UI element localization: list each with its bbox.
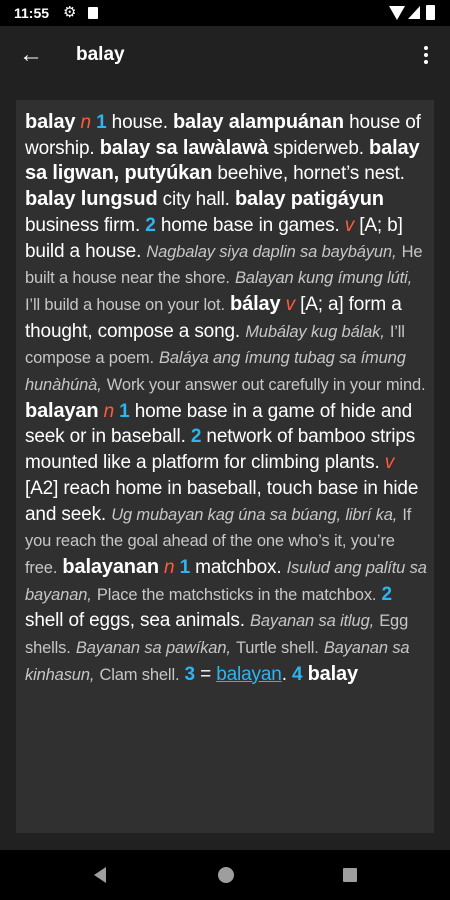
part-of-speech: n [164,556,175,578]
example-text: Bayanan sa itlug, [250,612,375,631]
definition-text: business firm. [25,214,141,236]
cross-reference-link[interactable]: balayan [216,664,282,685]
sense-number: 3 [184,663,196,685]
nav-home-icon[interactable] [218,867,234,883]
example-text: Ug mubayan kag úna sa búang, librí ka, [111,505,398,524]
sense-number: 2 [145,214,156,236]
definition-text: spiderweb. [273,137,365,159]
page-title: balay [76,44,125,65]
example-text: Mubálay kug bálak, [245,322,385,341]
signal-icon [408,6,420,19]
battery-icon [426,5,435,20]
part-of-speech: v [285,293,296,315]
app-bar: ← balay [0,26,450,86]
nav-back-icon[interactable] [94,867,106,883]
translation-text: Clam shell. [99,665,180,684]
wifi-icon [389,6,405,20]
gear-icon: ⚙ [63,4,77,21]
sense-number: 2 [381,583,393,605]
more-vert-icon[interactable] [416,40,436,70]
headword: balayanan [62,555,159,578]
translation-text: Work your answer out carefully in your m… [106,376,426,395]
headword: balayan [25,399,99,422]
example-text: Nagbalay siya daplin sa baybáyun, [146,242,397,261]
sense-number: 2 [190,426,202,448]
definition-text: . [281,663,287,685]
back-arrow-icon[interactable]: ← [18,40,44,70]
system-nav-bar [0,850,450,900]
translation-text: I’ll build a house on your lot. [25,295,225,314]
definition-text: beehive, hornet’s nest. [217,163,405,185]
part-of-speech: n [103,400,115,422]
headword: bálay [230,292,281,315]
example-text: Bayanan sa pawíkan, [75,639,231,658]
nav-recents-icon[interactable] [343,868,357,882]
translation-text: Turtle shell. [235,639,319,658]
headword: balay [307,662,359,685]
headword: balay alampuánan [172,111,344,133]
sense-number: 4 [292,663,303,685]
sense-number: 1 [179,556,191,578]
status-time: 11:55 [14,5,50,21]
definition-text: home base in games. [160,214,340,236]
sense-number: 1 [96,112,107,133]
definition-text: matchbox. [195,556,282,578]
part-of-speech: n [80,112,92,133]
sd-card-icon [88,7,98,19]
sense-number: 1 [119,400,130,422]
definition-text: city hall. [162,189,230,211]
headword: balay [25,111,76,133]
headword: balay lungsud [25,188,158,211]
definition-text: = [200,663,212,685]
headword: balay patigáyun [234,188,384,211]
headword: balay sa lawàlawà [99,136,269,159]
translation-text: Place the matchsticks in the matchbox. [96,585,377,604]
dictionary-entry: balay n 1 house. balay alampuánan house … [25,110,429,688]
status-bar: 11:55 ⚙ [0,0,450,26]
part-of-speech: v [344,214,355,236]
part-of-speech: v [384,452,395,474]
entry-panel: balay n 1 house. balay alampuánan house … [16,100,434,833]
definition-text: house. [111,112,168,133]
example-text: Balayan kung ímung lúti, [234,269,413,288]
definition-text: shell of eggs, sea animals. [25,610,245,632]
